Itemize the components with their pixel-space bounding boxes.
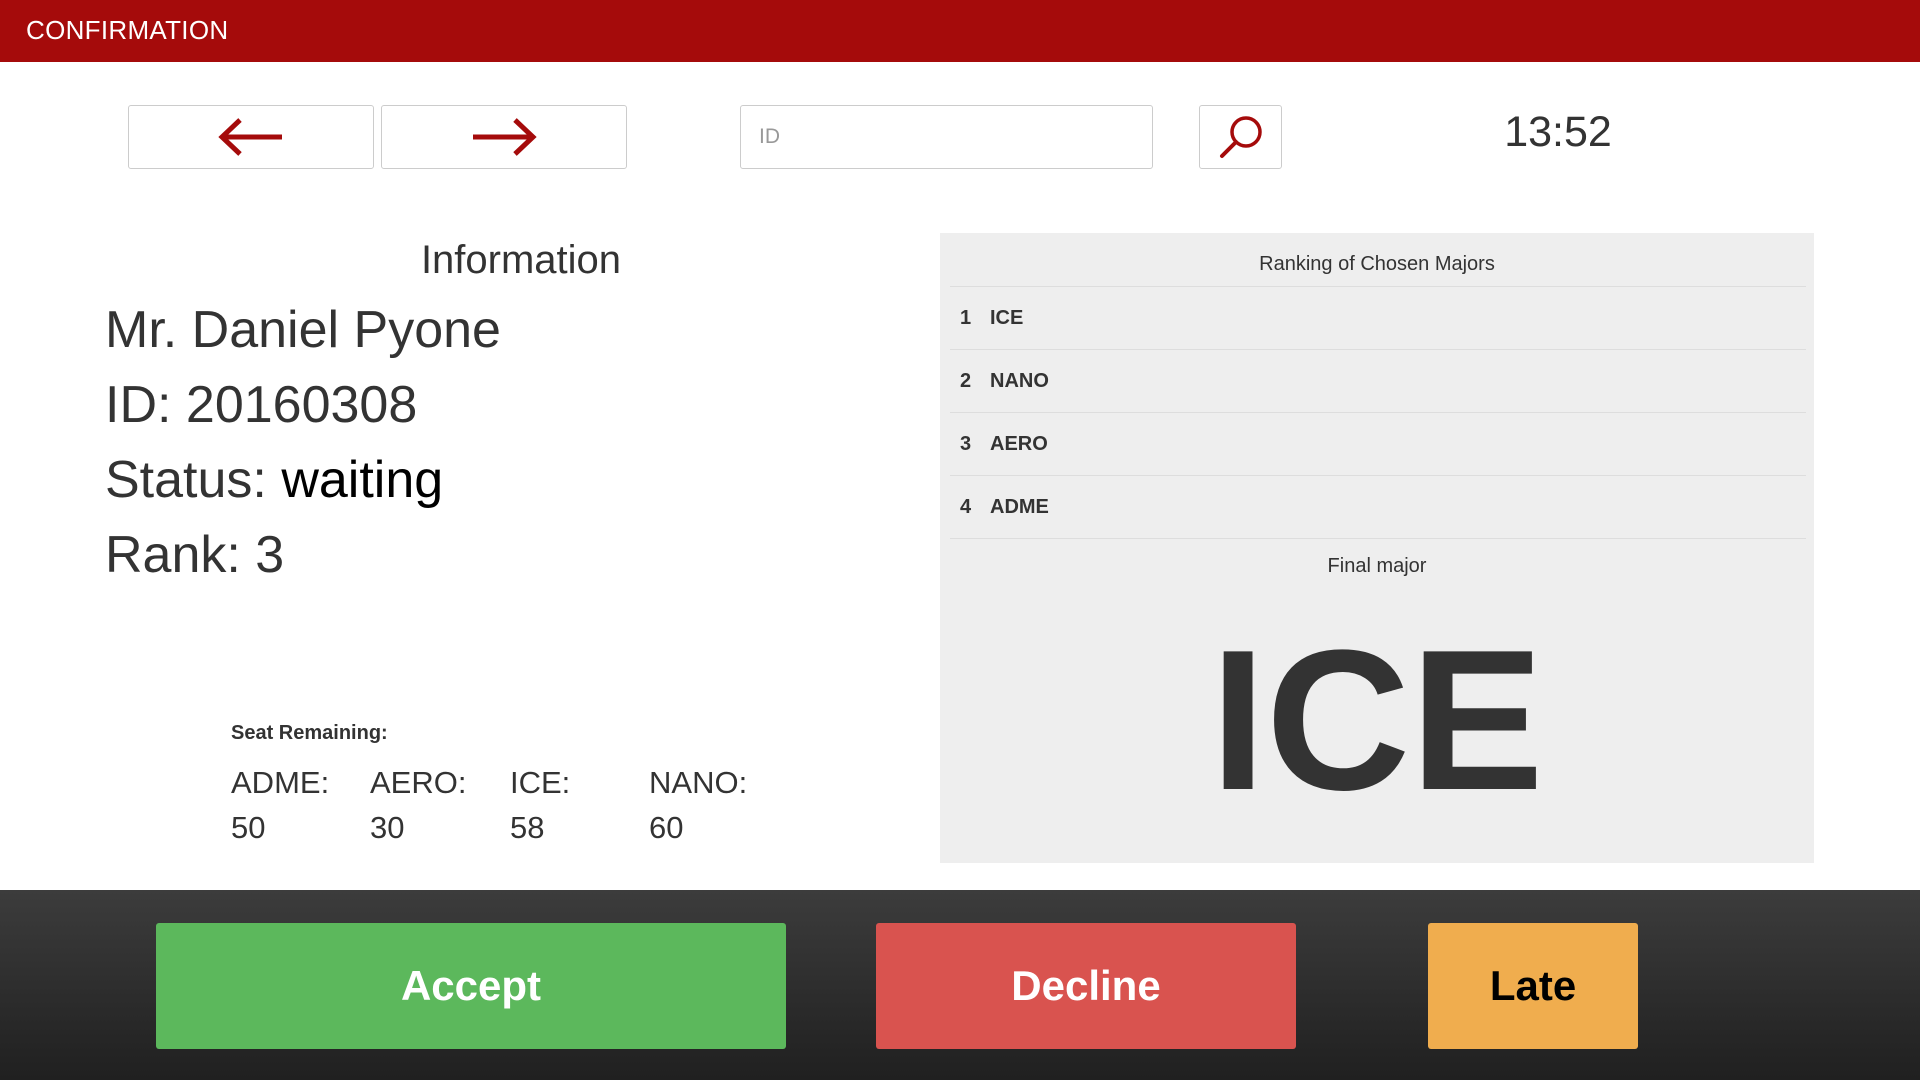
arrow-left-icon bbox=[218, 118, 282, 156]
seat-label: ADME: bbox=[231, 765, 330, 800]
list-item: 1 ICE bbox=[950, 287, 1806, 350]
seat-label: ICE: bbox=[510, 765, 571, 800]
seat-remaining-title: Seat Remaining: bbox=[231, 722, 388, 744]
ranking-title: Ranking of Chosen Majors bbox=[1259, 253, 1495, 275]
final-major-value: ICE bbox=[1210, 609, 1544, 832]
seat-item-nano: NANO: 60 bbox=[649, 760, 789, 850]
previous-button[interactable] bbox=[128, 105, 374, 169]
magnifier-icon bbox=[1219, 116, 1262, 158]
list-item: 2 NANO bbox=[950, 350, 1806, 413]
seat-item-ice: ICE: 58 bbox=[510, 760, 650, 850]
status-label: Status: bbox=[105, 451, 282, 509]
page-title: CONFIRMATION bbox=[26, 15, 229, 45]
student-name: Mr. Daniel Pyone bbox=[105, 301, 501, 359]
rank-major: NANO bbox=[990, 369, 1049, 392]
id-search-input[interactable] bbox=[740, 105, 1153, 169]
arrow-right-icon bbox=[473, 118, 537, 156]
seat-value: 60 bbox=[649, 810, 684, 845]
next-button[interactable] bbox=[381, 105, 627, 169]
list-item: 3 AERO bbox=[950, 413, 1806, 476]
confirmation-page: CONFIRMATION 13:52 Information Mr. Danie… bbox=[0, 0, 1920, 1080]
rank-major: AERO bbox=[990, 432, 1048, 455]
seat-label: NANO: bbox=[649, 765, 748, 800]
information-heading: Information bbox=[420, 238, 622, 282]
rank-major: ADME bbox=[990, 495, 1049, 518]
final-major-label: Final major bbox=[1327, 555, 1427, 577]
late-button[interactable]: Late bbox=[1428, 923, 1638, 1049]
seat-value: 30 bbox=[370, 810, 405, 845]
list-item: 4 ADME bbox=[950, 476, 1806, 539]
seat-value: 50 bbox=[231, 810, 266, 845]
rank-number: 4 bbox=[960, 495, 972, 518]
seat-item-aero: AERO: 30 bbox=[370, 760, 510, 850]
seat-item-adme: ADME: 50 bbox=[231, 760, 371, 850]
search-button[interactable] bbox=[1199, 105, 1282, 169]
ranking-panel: Ranking of Chosen Majors 1 ICE 2 NANO 3 … bbox=[940, 233, 1814, 863]
seat-label: AERO: bbox=[370, 765, 467, 800]
id-value: 20160308 bbox=[185, 376, 418, 434]
id-label: ID: bbox=[105, 376, 186, 434]
ranking-list: 1 ICE 2 NANO 3 AERO 4 ADME bbox=[950, 286, 1806, 539]
rank-label: Rank: bbox=[105, 526, 256, 584]
rank-number: 1 bbox=[960, 306, 972, 329]
rank-number: 3 bbox=[960, 432, 972, 455]
status-value: waiting bbox=[281, 451, 444, 509]
top-bar: CONFIRMATION bbox=[0, 0, 1920, 62]
student-status: Status: waiting bbox=[105, 450, 443, 510]
student-id: ID: 20160308 bbox=[105, 375, 417, 435]
accept-button[interactable]: Accept bbox=[156, 923, 786, 1049]
clock: 13:52 bbox=[1504, 108, 1612, 156]
decline-button[interactable]: Decline bbox=[876, 923, 1296, 1049]
rank-major: ICE bbox=[990, 306, 1024, 329]
rank-value: 3 bbox=[255, 526, 285, 584]
seat-value: 58 bbox=[510, 810, 545, 845]
rank-number: 2 bbox=[960, 369, 972, 392]
student-rank: Rank: 3 bbox=[105, 525, 284, 585]
